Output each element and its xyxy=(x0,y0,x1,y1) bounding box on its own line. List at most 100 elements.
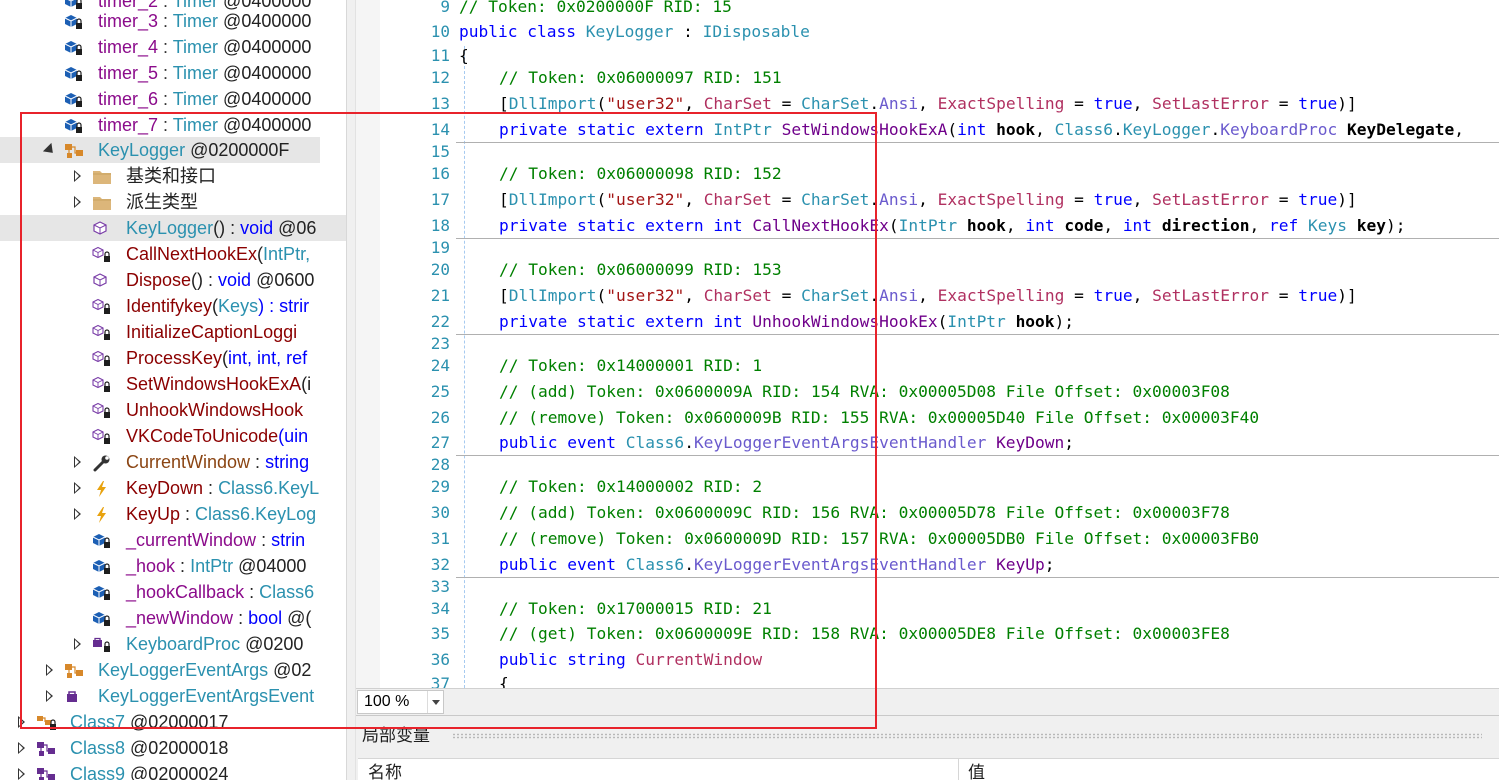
tree-node[interactable]: _newWindow : bool @( xyxy=(0,605,346,631)
code-line[interactable]: public event Class6.KeyLoggerEventArgsEv… xyxy=(499,431,1074,455)
collapsed-arrow-icon[interactable] xyxy=(72,475,84,501)
panel-splitter[interactable] xyxy=(346,0,356,780)
tree-node[interactable]: CallNextHookEx(IntPtr, xyxy=(0,241,346,267)
code-line[interactable]: // Token: 0x06000097 RID: 151 xyxy=(499,66,782,90)
tree-node[interactable]: KeyLogger() : void @06 xyxy=(0,215,346,241)
chevron-down-icon[interactable] xyxy=(427,691,443,713)
tree-node[interactable]: KeyLoggerEventArgsEvent xyxy=(0,683,346,709)
tree-node[interactable]: ProcessKey(int, int, ref xyxy=(0,345,346,371)
tree-node[interactable]: KeyLoggerEventArgs @02 xyxy=(0,657,346,683)
collapsed-arrow-icon[interactable] xyxy=(72,501,84,527)
code-line[interactable]: private static extern int CallNextHookEx… xyxy=(499,214,1406,238)
tree-node-label-part: : xyxy=(203,478,219,498)
code-line[interactable]: // Token: 0x14000001 RID: 1 xyxy=(499,354,762,378)
tree-node-label-part: @0400000 xyxy=(218,37,312,57)
code-line[interactable]: // Token: 0x06000098 RID: 152 xyxy=(499,162,782,186)
tree-node[interactable]: CurrentWindow : string xyxy=(0,449,346,475)
tree-node-label-part: void xyxy=(240,218,274,238)
line-number: 32 xyxy=(430,555,450,574)
tree-node[interactable]: Class9 @02000024 xyxy=(0,761,346,780)
collapsed-arrow-icon[interactable] xyxy=(72,189,84,215)
zoom-select[interactable]: 100 % xyxy=(357,690,444,714)
tree-node-label-part: : xyxy=(158,115,173,135)
code-line[interactable]: // (remove) Token: 0x0600009B RID: 155 R… xyxy=(499,406,1259,430)
line-number: 27 xyxy=(430,433,450,452)
tree-node-label-part: @0400000 xyxy=(218,115,312,135)
code-line[interactable]: // (add) Token: 0x0600009A RID: 154 RVA:… xyxy=(499,380,1230,404)
tree-node[interactable]: 派生类型 xyxy=(0,189,346,215)
code-line[interactable]: public event Class6.KeyLoggerEventArgsEv… xyxy=(499,553,1055,577)
zoom-value: 100 % xyxy=(364,693,410,710)
tree-node[interactable]: timer_4 : Timer @0400000 xyxy=(0,34,346,60)
collapsed-arrow-icon[interactable] xyxy=(44,657,56,683)
column-header-value[interactable]: 值 xyxy=(958,759,985,780)
code-line[interactable]: public string CurrentWindow xyxy=(499,648,762,672)
code-line[interactable]: [DllImport("user32", CharSet = CharSet.A… xyxy=(499,284,1357,308)
tree-node[interactable]: _currentWindow : strin xyxy=(0,527,346,553)
tree-node[interactable]: KeyUp : Class6.KeyLog xyxy=(0,501,346,527)
line-number: 17 xyxy=(430,190,450,209)
tree-node[interactable]: 基类和接口 xyxy=(0,163,346,189)
class-purple-icon xyxy=(36,765,56,780)
code-line[interactable]: { xyxy=(499,672,509,688)
code-line[interactable]: { xyxy=(459,44,469,68)
tree-node[interactable]: timer_5 : Timer @0400000 xyxy=(0,60,346,86)
tree-node[interactable]: _hook : IntPtr @04000 xyxy=(0,553,346,579)
code-line[interactable]: // (remove) Token: 0x0600009D RID: 157 R… xyxy=(499,527,1259,551)
tree-node[interactable]: VKCodeToUnicode(uin xyxy=(0,423,346,449)
tree-node[interactable]: KeyDown : Class6.KeyL xyxy=(0,475,346,501)
tree-node[interactable]: KeyLogger @0200000F xyxy=(0,137,320,163)
code-line[interactable]: private static extern IntPtr SetWindowsH… xyxy=(499,118,1464,142)
tree-node[interactable]: Dispose() : void @0600 xyxy=(0,267,346,293)
code-line[interactable]: // Token: 0x06000099 RID: 153 xyxy=(499,258,782,282)
code-line[interactable]: private static extern int UnhookWindowsH… xyxy=(499,310,1074,334)
tree-node[interactable]: KeyboardProc @0200 xyxy=(0,631,346,657)
assembly-explorer-tree[interactable]: timer_2 : Timer @0400000 timer_3 : Timer … xyxy=(0,0,346,780)
tree-node-label: 派生类型 xyxy=(126,189,198,215)
code-line[interactable]: // (add) Token: 0x0600009C RID: 156 RVA:… xyxy=(499,501,1230,525)
method-lock-icon xyxy=(92,245,112,263)
tree-node-label-part: timer_4 xyxy=(98,37,159,57)
collapsed-arrow-icon[interactable] xyxy=(44,683,56,709)
tree-node-label: _hookCallback : Class6 xyxy=(126,579,314,605)
collapsed-arrow-icon[interactable] xyxy=(16,761,28,780)
code-line[interactable]: [DllImport("user32", CharSet = CharSet.A… xyxy=(499,92,1357,116)
tree-node[interactable]: InitializeCaptionLoggi xyxy=(0,319,346,345)
collapsed-arrow-icon[interactable] xyxy=(72,163,84,189)
tree-node-label-part: KeyLoggerEventArgsEvent xyxy=(98,686,315,706)
code-line[interactable]: [DllImport("user32", CharSet = CharSet.A… xyxy=(499,188,1357,212)
tree-node-label-part: Class8 xyxy=(70,738,126,758)
delegate-icon xyxy=(64,687,84,705)
tree-node[interactable]: _hookCallback : Class6 xyxy=(0,579,346,605)
code-line[interactable]: public class KeyLogger : IDisposable xyxy=(459,20,810,44)
tree-node-label-part: ) : strir xyxy=(258,296,310,316)
collapsed-arrow-icon[interactable] xyxy=(72,631,84,657)
collapsed-arrow-icon[interactable] xyxy=(16,735,28,761)
code-line[interactable]: // Token: 0x0200000F RID: 15 xyxy=(459,0,732,19)
line-number: 14 xyxy=(430,120,450,139)
tree-node[interactable]: timer_6 : Timer @0400000 xyxy=(0,86,346,112)
code-line[interactable]: // Token: 0x14000002 RID: 2 xyxy=(499,475,762,499)
collapsed-arrow-icon[interactable] xyxy=(16,709,28,735)
panel-grip[interactable] xyxy=(452,733,1482,739)
field-lock-icon xyxy=(64,90,84,108)
tree-node[interactable]: Class8 @02000018 xyxy=(0,735,346,761)
expanded-arrow-icon[interactable] xyxy=(42,137,58,163)
tree-node[interactable]: SetWindowsHookExA(i xyxy=(0,371,346,397)
code-editor[interactable]: 9 // Token: 0x0200000F RID: 15 10 public cl… xyxy=(356,0,1499,688)
field-lock-icon xyxy=(64,116,84,134)
tree-node-label-part: timer_7 xyxy=(98,115,159,135)
code-line[interactable]: // (get) Token: 0x0600009E RID: 158 RVA:… xyxy=(499,622,1230,646)
code-line[interactable]: // Token: 0x17000015 RID: 21 xyxy=(499,597,772,621)
tree-node[interactable]: Identifykey(Keys) : strir xyxy=(0,293,346,319)
column-header-name[interactable]: 名称 xyxy=(358,759,402,780)
tree-node[interactable]: Class7 @02000017 xyxy=(0,709,346,735)
tree-node-label: _newWindow : bool @( xyxy=(126,605,311,631)
tree-node-label-part: KeyDown xyxy=(126,478,204,498)
tree-node[interactable]: timer_3 : Timer @0400000 xyxy=(0,8,346,34)
tree-node-label-part: Timer xyxy=(172,115,219,135)
class-orange-lock-icon xyxy=(36,713,56,731)
collapsed-arrow-icon[interactable] xyxy=(72,449,84,475)
tree-node[interactable]: timer_7 : Timer @0400000 xyxy=(0,112,346,138)
tree-node[interactable]: UnhookWindowsHook xyxy=(0,397,346,423)
